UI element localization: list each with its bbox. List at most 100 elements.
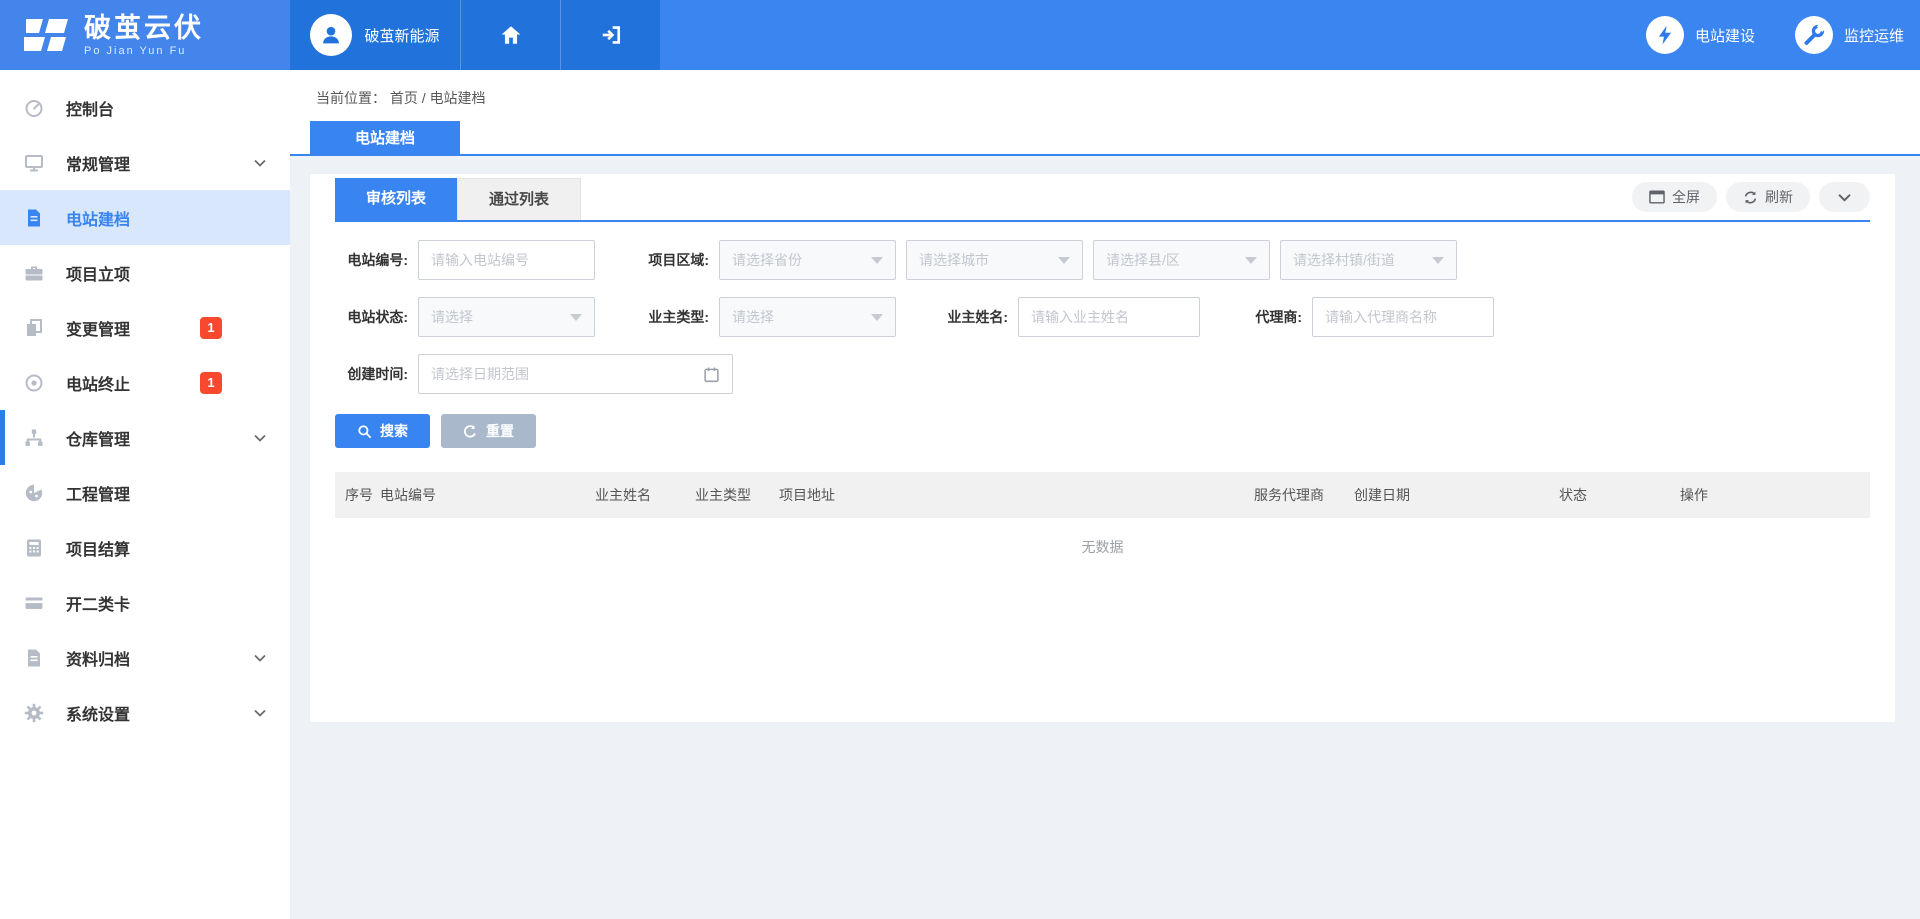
owner-type-select[interactable]: 请选择 [719, 297, 896, 337]
sidebar-item-label: 常规管理 [66, 151, 130, 175]
province-select[interactable]: 请选择省份 [719, 240, 896, 280]
reset-label: 重置 [486, 421, 514, 441]
agent-input[interactable] [1325, 309, 1481, 325]
chevron-down-icon [254, 159, 266, 167]
sidebar-item-open-class2-card[interactable]: 开二类卡 [0, 575, 290, 630]
breadcrumb-home[interactable]: 首页 [390, 90, 418, 106]
sidebar-item-label: 开二类卡 [66, 591, 130, 615]
sidebar-item-general-management[interactable]: 常规管理 [0, 135, 290, 190]
date-placeholder: 请选择日期范围 [431, 364, 529, 384]
refresh-icon [1743, 190, 1758, 205]
sidebar-item-label: 项目结算 [66, 536, 130, 560]
search-label: 搜索 [380, 421, 408, 441]
city-select[interactable]: 请选择城市 [906, 240, 1083, 280]
sidebar-item-station-archive[interactable]: 电站建档 [0, 190, 290, 245]
column-header: 服务代理商 [1254, 485, 1354, 505]
home-button[interactable] [460, 0, 560, 70]
tab-review-list[interactable]: 审核列表 [335, 178, 457, 220]
credit-card-icon [24, 593, 44, 613]
content-panel: 审核列表 通过列表 全屏 [310, 174, 1895, 722]
fullscreen-label: 全屏 [1672, 187, 1700, 207]
sidebar-item-warehouse-management[interactable]: 仓库管理 [0, 410, 290, 465]
logo-title: 破茧云伏 [84, 13, 204, 43]
module-label: 监控运维 [1844, 25, 1904, 46]
sidebar-item-label: 变更管理 [66, 316, 130, 340]
module-label: 电站建设 [1695, 25, 1755, 46]
station-status-select[interactable]: 请选择 [418, 297, 595, 337]
refresh-button[interactable]: 刷新 [1726, 182, 1810, 212]
date-range-picker[interactable]: 请选择日期范围 [418, 354, 733, 394]
logo-icon [22, 14, 70, 56]
account-name: 破茧新能源 [364, 25, 439, 46]
sidebar-item-engineering-management[interactable]: 工程管理 [0, 465, 290, 520]
sidebar-item-label: 控制台 [66, 96, 114, 120]
town-select[interactable]: 请选择村镇/街道 [1280, 240, 1457, 280]
filter-form: 电站编号: 项目区域: 请选择省份 请选择城市 [335, 240, 1870, 394]
calendar-icon [703, 366, 720, 383]
column-header: 操作 [1680, 485, 1870, 505]
sitemap-icon [24, 428, 44, 448]
station-code-input[interactable] [431, 252, 582, 268]
sidebar: 控制台 常规管理 电站建档 [0, 70, 290, 919]
search-button[interactable]: 搜索 [335, 414, 430, 448]
logo-subtitle: Po Jian Yun Fu [84, 45, 204, 57]
collapse-toolbar-button[interactable] [1819, 182, 1870, 212]
column-header: 创建日期 [1354, 485, 1559, 505]
column-header: 电站编号 [380, 485, 595, 505]
owner-name-input[interactable] [1031, 309, 1187, 325]
filter-label: 电站编号: [335, 250, 408, 270]
sidebar-item-station-termination[interactable]: 电站终止 1 [0, 355, 290, 410]
calculator-icon [24, 538, 44, 558]
sidebar-item-label: 工程管理 [66, 481, 130, 505]
chevron-down-icon [254, 434, 266, 442]
logout-button[interactable] [560, 0, 660, 70]
sidebar-item-project-settlement[interactable]: 项目结算 [0, 520, 290, 575]
account-menu[interactable]: 破茧新能源 [290, 0, 460, 70]
search-icon [357, 424, 372, 439]
logout-icon [599, 24, 623, 46]
column-header: 业主姓名 [595, 485, 695, 505]
module-monitoring-ops[interactable]: 监控运维 [1795, 16, 1904, 54]
sidebar-item-label: 仓库管理 [66, 426, 130, 450]
sidebar-item-console[interactable]: 控制台 [0, 80, 290, 135]
chevron-down-icon [254, 654, 266, 662]
table-header-row: 序号 电站编号 业主姓名 业主类型 项目地址 服务代理商 创建日期 状态 操作 [335, 472, 1870, 518]
logo: 破茧云伏 Po Jian Yun Fu [0, 0, 290, 70]
sidebar-item-data-archive[interactable]: 资料归档 [0, 630, 290, 685]
record-circle-icon [24, 373, 44, 393]
select-placeholder: 请选择 [431, 307, 473, 327]
count-badge: 1 [200, 317, 222, 339]
fullscreen-icon [1649, 190, 1665, 204]
fullscreen-button[interactable]: 全屏 [1632, 182, 1717, 212]
sidebar-item-label: 资料归档 [66, 646, 130, 670]
sidebar-item-project-initiation[interactable]: 项目立项 [0, 245, 290, 300]
pie-chart-icon [24, 483, 44, 503]
lightning-icon [1646, 16, 1684, 54]
select-placeholder: 请选择村镇/街道 [1293, 250, 1395, 270]
breadcrumb: 当前位置： 首页 / 电站建档 [290, 70, 1920, 108]
select-arrow-icon [871, 314, 883, 321]
column-header: 序号 [345, 485, 380, 505]
page-tab-station-archive[interactable]: 电站建档 [310, 121, 460, 154]
filter-label: 电站状态: [335, 307, 408, 327]
sidebar-item-label: 系统设置 [66, 701, 130, 725]
filter-label: 项目区域: [639, 250, 709, 270]
select-placeholder: 请选择城市 [919, 250, 989, 270]
empty-state: 无数据 [335, 518, 1870, 576]
tab-passed-list[interactable]: 通过列表 [457, 178, 581, 220]
reset-icon [463, 424, 478, 439]
module-station-construction[interactable]: 电站建设 [1646, 16, 1755, 54]
breadcrumb-current: 电站建档 [430, 90, 486, 106]
filter-label: 代理商: [1239, 307, 1302, 327]
breadcrumb-prefix: 当前位置： [316, 90, 386, 106]
select-placeholder: 请选择省份 [732, 250, 802, 270]
select-placeholder: 请选择县/区 [1106, 250, 1180, 270]
filter-label: 业主类型: [639, 307, 709, 327]
sidebar-item-system-settings[interactable]: 系统设置 [0, 685, 290, 740]
filter-label: 创建时间: [335, 364, 408, 384]
sidebar-item-change-management[interactable]: 变更管理 1 [0, 300, 290, 355]
copy-file-icon [24, 318, 44, 338]
reset-button[interactable]: 重置 [441, 414, 536, 448]
filter-label: 业主姓名: [938, 307, 1008, 327]
district-select[interactable]: 请选择县/区 [1093, 240, 1270, 280]
